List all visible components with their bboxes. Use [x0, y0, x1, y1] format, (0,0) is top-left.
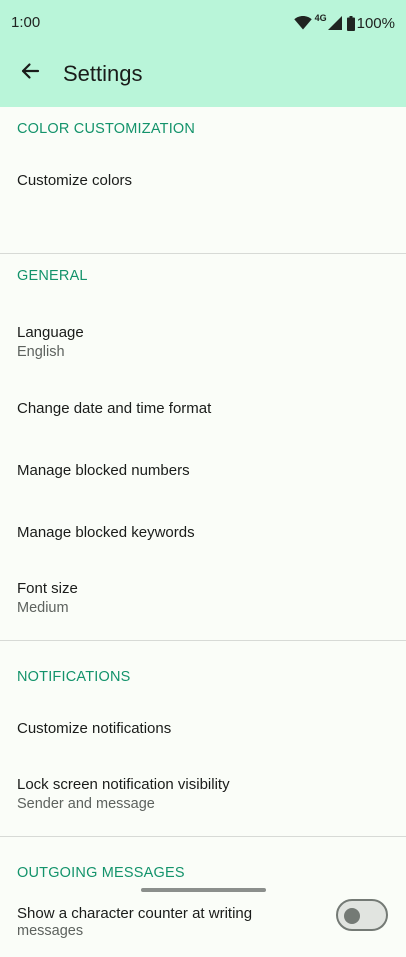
setting-date-time-format[interactable]: Change date and time format: [0, 377, 406, 439]
wifi-icon: [293, 16, 312, 30]
status-bar: 1:00 4G 100%: [0, 0, 406, 46]
setting-font-size[interactable]: Font size Medium: [0, 563, 406, 633]
setting-title: Manage blocked keywords: [17, 523, 195, 541]
status-icons: 4G 100%: [293, 12, 395, 34]
arrow-back-icon: [20, 61, 40, 86]
setting-blocked-keywords[interactable]: Manage blocked keywords: [0, 501, 406, 563]
setting-language[interactable]: Language English: [0, 307, 406, 377]
setting-title: Customize colors: [17, 171, 133, 189]
setting-lock-screen-visibility[interactable]: Lock screen notification visibility Send…: [0, 759, 406, 829]
setting-title: Lock screen notification visibility: [17, 776, 230, 793]
app-bar: 1:00 4G 100% Settings: [0, 0, 406, 107]
battery-icon: [346, 15, 355, 31]
setting-subtitle: Sender and message: [17, 796, 155, 812]
setting-blocked-numbers[interactable]: Manage blocked numbers: [0, 439, 406, 501]
network-type-label: 4G: [314, 13, 327, 23]
setting-character-counter[interactable]: Show a character counter at writing mess…: [0, 895, 406, 957]
divider: [0, 640, 406, 641]
setting-customize-notifications[interactable]: Customize notifications: [0, 699, 406, 757]
divider: [0, 836, 406, 837]
status-time: 1:00: [11, 14, 41, 31]
setting-title: Change date and time format: [17, 399, 212, 417]
setting-title: Manage blocked numbers: [17, 461, 190, 479]
setting-subtitle: Medium: [17, 600, 69, 616]
setting-subtitle: English: [17, 344, 65, 360]
setting-title: Customize notifications: [17, 719, 172, 737]
back-button[interactable]: [8, 51, 52, 95]
setting-title: Font size: [17, 580, 78, 597]
section-header-color: COLOR CUSTOMIZATION: [17, 121, 196, 137]
home-indicator[interactable]: [141, 888, 266, 892]
page-title: Settings: [63, 61, 143, 86]
settings-list: COLOR CUSTOMIZATION Customize colors GEN…: [0, 107, 406, 957]
battery-percent: 100%: [356, 14, 395, 32]
toolbar: Settings: [0, 46, 406, 102]
setting-title: Language: [17, 324, 84, 341]
section-header-notifications: NOTIFICATIONS: [17, 669, 131, 685]
cell-signal-icon: [327, 16, 342, 30]
section-header-general: GENERAL: [17, 268, 88, 284]
setting-customize-colors[interactable]: Customize colors: [0, 151, 406, 209]
toggle-knob: [344, 908, 360, 924]
